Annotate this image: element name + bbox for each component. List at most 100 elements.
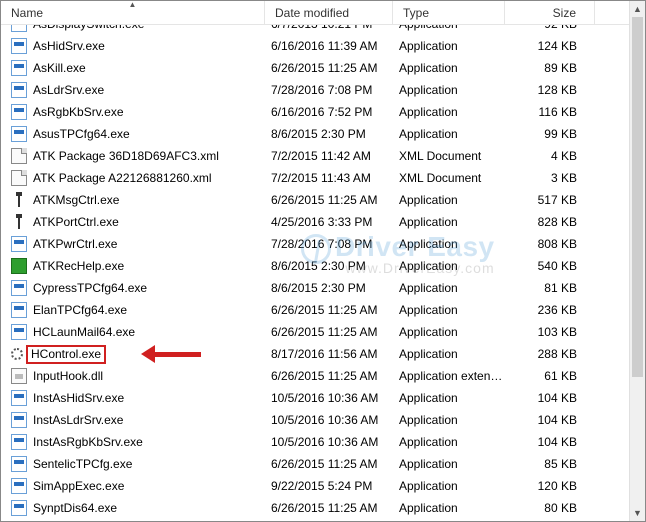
gear-icon — [11, 348, 23, 360]
xml-icon — [11, 170, 27, 186]
file-date-cell: 7/28/2016 7:08 PM — [265, 237, 393, 251]
green-icon — [11, 258, 27, 274]
file-type-cell: Application — [393, 61, 505, 75]
file-date-cell: 6/7/2013 10:21 PM — [265, 25, 393, 31]
file-size-cell: 116 KB — [505, 105, 595, 119]
file-name-label: ATKPortCtrl.exe — [33, 215, 119, 229]
file-type-cell: Application — [393, 25, 505, 31]
file-name-cell: ATKRecHelp.exe — [1, 258, 265, 274]
file-row[interactable]: SynptDis64.exe6/26/2015 11:25 AMApplicat… — [1, 497, 629, 519]
file-name-label: InputHook.dll — [33, 369, 103, 383]
file-row[interactable]: AsKill.exe6/26/2015 11:25 AMApplication8… — [1, 57, 629, 79]
file-size-cell: 828 KB — [505, 215, 595, 229]
file-rows-container: AsDisplaySwitch.exe6/7/2013 10:21 PMAppl… — [1, 25, 629, 521]
scroll-thumb[interactable] — [632, 17, 643, 377]
column-header-size[interactable]: Size — [505, 1, 595, 24]
file-size-cell: 4 KB — [505, 149, 595, 163]
file-name-cell: SynptDis64.exe — [1, 500, 265, 516]
column-header-type[interactable]: Type — [393, 1, 505, 24]
exe-icon — [11, 82, 27, 98]
file-name-cell: ATK Package A22126881260.xml — [1, 170, 265, 186]
file-row[interactable]: ElanTPCfg64.exe6/26/2015 11:25 AMApplica… — [1, 299, 629, 321]
file-size-cell: 92 KB — [505, 25, 595, 31]
file-name-cell: CypressTPCfg64.exe — [1, 280, 265, 296]
file-name-label: AsLdrSrv.exe — [33, 83, 104, 97]
column-header-name-label: Name — [11, 6, 43, 20]
file-name-cell: AsRgbKbSrv.exe — [1, 104, 265, 120]
file-date-cell: 9/22/2015 5:24 PM — [265, 479, 393, 493]
file-row[interactable]: ATKPortCtrl.exe4/25/2016 3:33 PMApplicat… — [1, 211, 629, 233]
file-row[interactable]: HCLaunMail64.exe6/26/2015 11:25 AMApplic… — [1, 321, 629, 343]
usb-icon — [11, 192, 27, 208]
file-name-cell: ATKPortCtrl.exe — [1, 214, 265, 230]
file-size-cell: 120 KB — [505, 479, 595, 493]
file-row[interactable]: ATKMsgCtrl.exe6/26/2015 11:25 AMApplicat… — [1, 189, 629, 211]
column-header-date[interactable]: Date modified — [265, 1, 393, 24]
file-row[interactable]: InstAsHidSrv.exe10/5/2016 10:36 AMApplic… — [1, 387, 629, 409]
file-date-cell: 7/2/2015 11:42 AM — [265, 149, 393, 163]
file-date-cell: 6/16/2016 7:52 PM — [265, 105, 393, 119]
file-name-label: ATKMsgCtrl.exe — [33, 193, 119, 207]
file-row[interactable]: InstAsLdrSrv.exe10/5/2016 10:36 AMApplic… — [1, 409, 629, 431]
file-name-label: SentelicTPCfg.exe — [33, 457, 132, 471]
file-name-cell: ElanTPCfg64.exe — [1, 302, 265, 318]
scroll-track[interactable] — [630, 17, 645, 505]
file-type-cell: Application — [393, 479, 505, 493]
file-size-cell: 80 KB — [505, 501, 595, 515]
scroll-down-button[interactable]: ▼ — [630, 505, 645, 521]
file-name-cell: InstAsHidSrv.exe — [1, 390, 265, 406]
file-type-cell: XML Document — [393, 171, 505, 185]
file-date-cell: 4/25/2016 3:33 PM — [265, 215, 393, 229]
file-row[interactable]: AsLdrSrv.exe7/28/2016 7:08 PMApplication… — [1, 79, 629, 101]
scroll-up-button[interactable]: ▲ — [630, 1, 645, 17]
file-name-cell: InstAsLdrSrv.exe — [1, 412, 265, 428]
file-name-cell: AsKill.exe — [1, 60, 265, 76]
file-date-cell: 6/26/2015 11:25 AM — [265, 61, 393, 75]
file-name-label: SynptDis64.exe — [33, 501, 117, 515]
file-name-label: AsDisplaySwitch.exe — [33, 25, 144, 31]
file-size-cell: 236 KB — [505, 303, 595, 317]
file-row[interactable]: AsDisplaySwitch.exe 6/7/2013 10:21 PMAppl… — [1, 25, 629, 35]
file-date-cell: 6/26/2015 11:25 AM — [265, 369, 393, 383]
column-header-name[interactable]: Name ▲ — [1, 1, 265, 24]
exe-icon — [11, 434, 27, 450]
file-type-cell: Application — [393, 435, 505, 449]
file-row[interactable]: AsusTPCfg64.exe8/6/2015 2:30 PMApplicati… — [1, 123, 629, 145]
file-date-cell: 8/6/2015 2:30 PM — [265, 281, 393, 295]
file-row[interactable]: CypressTPCfg64.exe8/6/2015 2:30 PMApplic… — [1, 277, 629, 299]
file-name-label: AsusTPCfg64.exe — [33, 127, 130, 141]
file-row[interactable]: ATKPwrCtrl.exe7/28/2016 7:08 PMApplicati… — [1, 233, 629, 255]
file-name-cell: ATKMsgCtrl.exe — [1, 192, 265, 208]
file-row[interactable]: SynptSync64.exe6/26/2015 11:25 AMApplica… — [1, 519, 629, 521]
file-size-cell: 808 KB — [505, 237, 595, 251]
file-date-cell: 10/5/2016 10:36 AM — [265, 391, 393, 405]
file-row[interactable]: ATKRecHelp.exe8/6/2015 2:30 PMApplicatio… — [1, 255, 629, 277]
file-name-label: ATK Package 36D18D69AFC3.xml — [33, 149, 219, 163]
file-size-cell: 3 KB — [505, 171, 595, 185]
column-header-size-label: Size — [553, 6, 576, 20]
file-row[interactable]: HControl.exe8/17/2016 11:56 AMApplicatio… — [1, 343, 629, 365]
file-name-label: ElanTPCfg64.exe — [33, 303, 127, 317]
file-date-cell: 8/17/2016 11:56 AM — [265, 347, 393, 361]
vertical-scrollbar[interactable]: ▲ ▼ — [629, 1, 645, 521]
file-type-cell: Application — [393, 259, 505, 273]
file-row[interactable]: SentelicTPCfg.exe6/26/2015 11:25 AMAppli… — [1, 453, 629, 475]
exe-icon — [11, 456, 27, 472]
file-size-cell: 81 KB — [505, 281, 595, 295]
file-row[interactable]: AsHidSrv.exe6/16/2016 11:39 AMApplicatio… — [1, 35, 629, 57]
file-type-cell: XML Document — [393, 149, 505, 163]
file-name-label: ATK Package A22126881260.xml — [33, 171, 212, 185]
file-row[interactable]: ATK Package 36D18D69AFC3.xml 7/2/2015 11:… — [1, 145, 629, 167]
file-row[interactable]: AsRgbKbSrv.exe6/16/2016 7:52 PMApplicati… — [1, 101, 629, 123]
file-date-cell: 6/26/2015 11:25 AM — [265, 325, 393, 339]
file-size-cell: 288 KB — [505, 347, 595, 361]
file-name-label: AsRgbKbSrv.exe — [33, 105, 124, 119]
file-row[interactable]: InputHook.dll6/26/2015 11:25 AMApplicati… — [1, 365, 629, 387]
file-name-label: CypressTPCfg64.exe — [33, 281, 147, 295]
column-header-type-label: Type — [403, 6, 429, 20]
file-type-cell: Application — [393, 347, 505, 361]
file-row[interactable]: InstAsRgbKbSrv.exe10/5/2016 10:36 AMAppl… — [1, 431, 629, 453]
file-size-cell: 99 KB — [505, 127, 595, 141]
file-row[interactable]: SimAppExec.exe9/22/2015 5:24 PMApplicati… — [1, 475, 629, 497]
file-row[interactable]: ATK Package A22126881260.xml7/2/2015 11:… — [1, 167, 629, 189]
